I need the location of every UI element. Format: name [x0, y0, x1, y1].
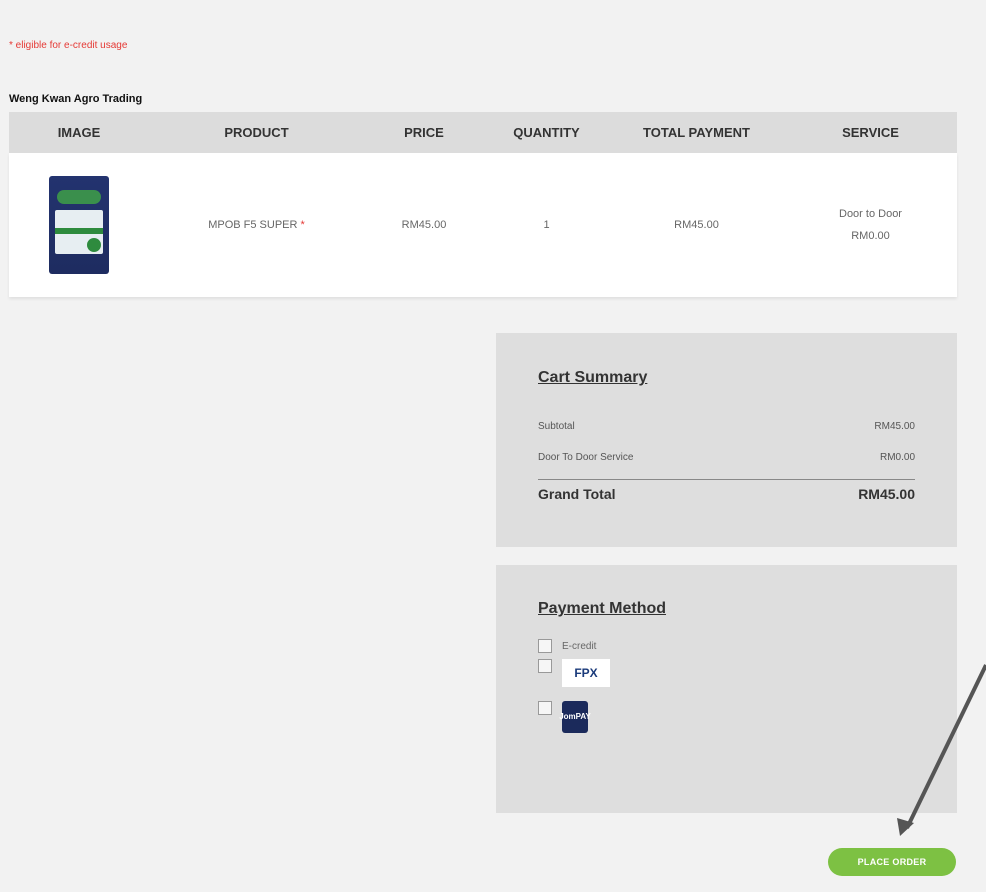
annotation-arrow [897, 664, 986, 836]
arrow-shaft [905, 664, 986, 829]
place-order-button[interactable]: PLACE ORDER [828, 848, 956, 876]
